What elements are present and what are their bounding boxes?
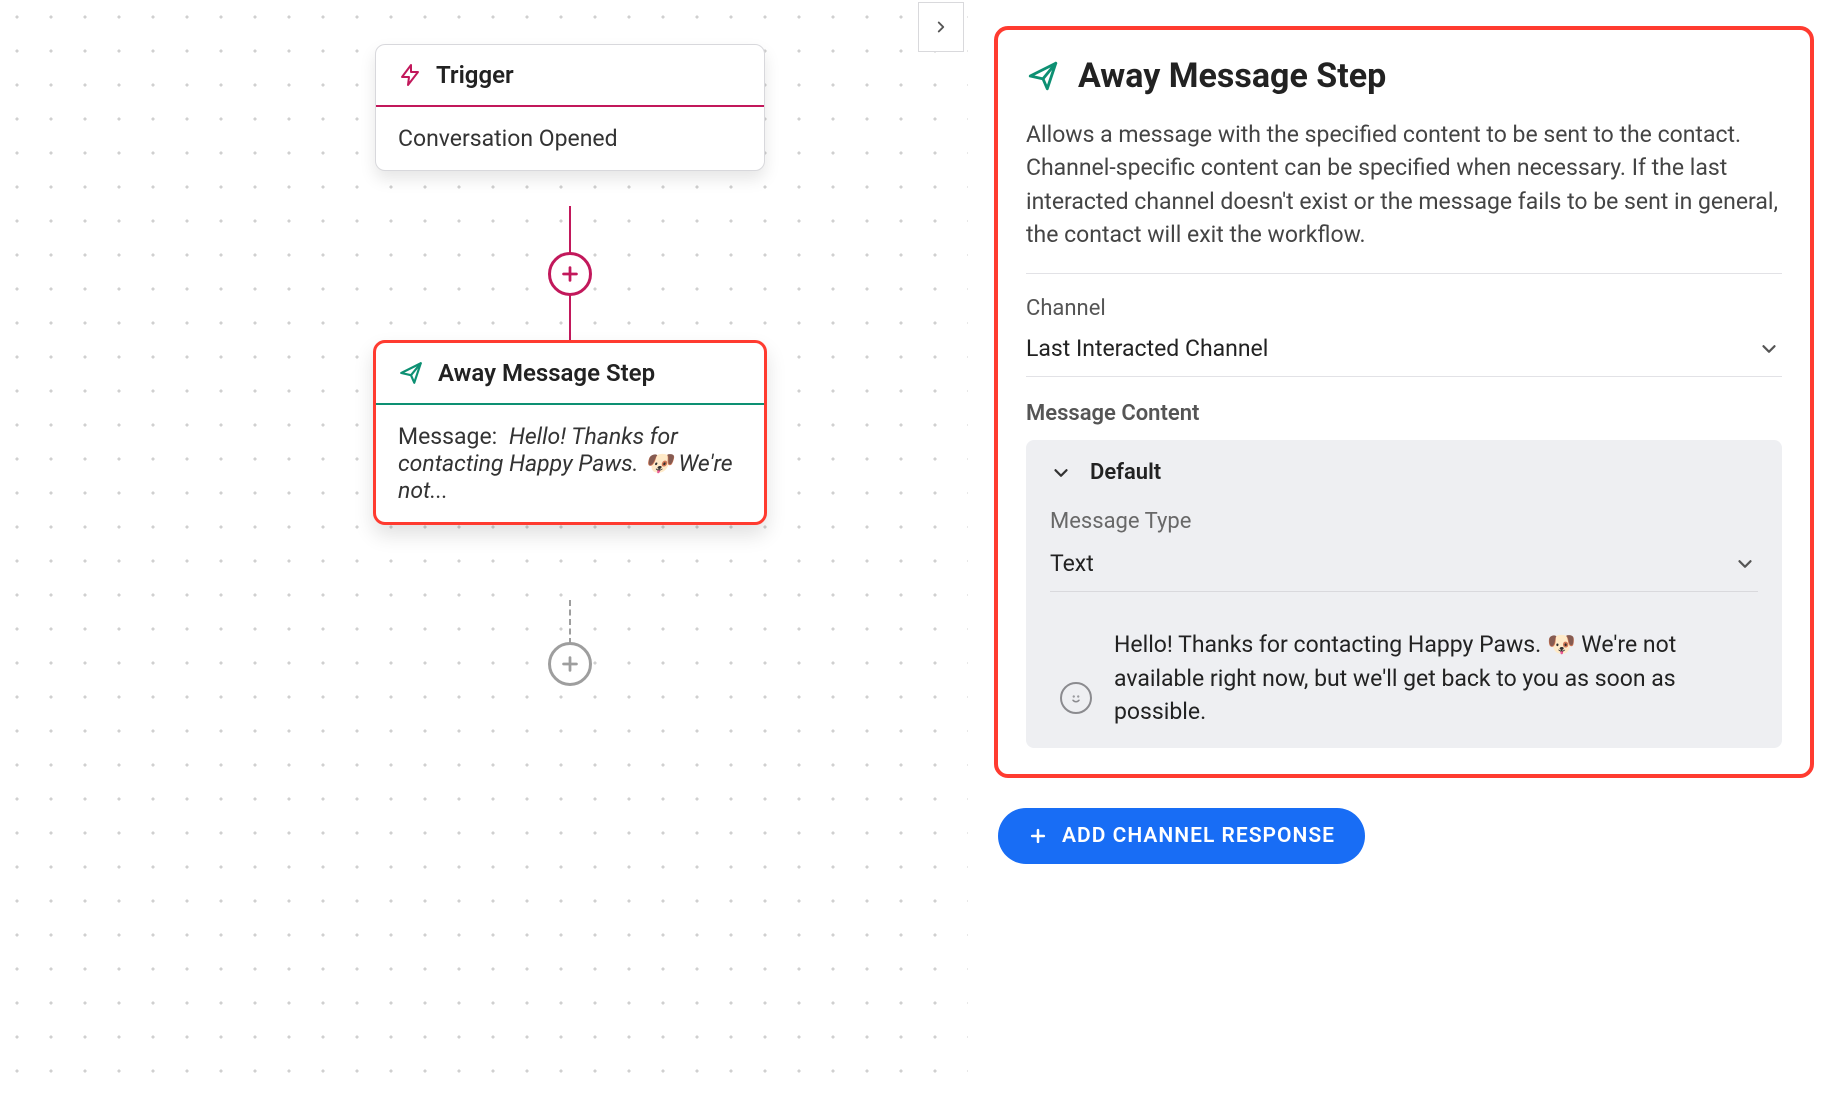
message-text-editor[interactable]: Hello! Thanks for contacting Happy Paws.… xyxy=(1114,628,1756,728)
step-node-header: Away Message Step xyxy=(376,343,764,405)
add-step-button-after[interactable] xyxy=(548,642,592,686)
channel-value: Last Interacted Channel xyxy=(1026,335,1268,362)
collapse-panel-button[interactable] xyxy=(918,2,964,52)
default-content-accordion: Default Message Type Text Hello! Thanks … xyxy=(1026,440,1782,748)
panel-description: Allows a message with the specified cont… xyxy=(1026,118,1782,274)
message-label: Message: xyxy=(398,423,497,450)
plus-icon xyxy=(1028,826,1048,846)
plus-icon xyxy=(559,263,581,285)
connector-line xyxy=(569,294,571,340)
chevron-down-icon xyxy=(1758,338,1780,360)
step-config-panel: Away Message Step Allows a message with … xyxy=(968,0,1842,1100)
away-message-step-node[interactable]: Away Message Step Message: Hello! Thanks… xyxy=(373,340,767,525)
trigger-body: Conversation Opened xyxy=(376,107,764,170)
trigger-node-header: Trigger xyxy=(376,45,764,107)
message-type-select[interactable]: Text xyxy=(1050,544,1758,592)
workflow-canvas[interactable]: Trigger Conversation Opened Away Message… xyxy=(0,0,968,1100)
connector-line xyxy=(569,206,571,254)
chevron-right-icon xyxy=(932,13,950,41)
message-type-label: Message Type xyxy=(1050,509,1758,534)
trigger-title: Trigger xyxy=(436,61,514,89)
accordion-title: Default xyxy=(1090,460,1161,485)
add-channel-response-button[interactable]: ADD CHANNEL RESPONSE xyxy=(998,808,1365,864)
message-type-value: Text xyxy=(1050,550,1094,577)
message-content-label: Message Content xyxy=(1026,401,1782,426)
emoji-icon xyxy=(1067,689,1085,707)
trigger-node[interactable]: Trigger Conversation Opened xyxy=(375,44,765,171)
emoji-picker-button[interactable] xyxy=(1060,682,1092,714)
connector-line-dashed xyxy=(569,600,571,644)
accordion-toggle[interactable]: Default xyxy=(1050,460,1758,485)
lightning-icon xyxy=(398,63,422,87)
chevron-down-icon xyxy=(1050,462,1072,484)
channel-label: Channel xyxy=(1026,296,1782,321)
panel-title-row: Away Message Step xyxy=(1026,56,1782,96)
channel-select[interactable]: Last Interacted Channel xyxy=(1026,329,1782,377)
step-title: Away Message Step xyxy=(438,359,655,387)
send-icon xyxy=(1026,59,1060,93)
plus-icon xyxy=(559,653,581,675)
panel-title: Away Message Step xyxy=(1078,56,1386,96)
app-root: Trigger Conversation Opened Away Message… xyxy=(0,0,1842,1100)
add-channel-response-label: ADD CHANNEL RESPONSE xyxy=(1062,824,1335,848)
chevron-down-icon xyxy=(1734,553,1756,575)
panel-card: Away Message Step Allows a message with … xyxy=(994,26,1814,778)
step-body: Message: Hello! Thanks for contacting Ha… xyxy=(376,405,764,522)
send-icon xyxy=(398,360,424,386)
add-step-button[interactable] xyxy=(548,252,592,296)
message-editor-row: Hello! Thanks for contacting Happy Paws.… xyxy=(1050,622,1758,728)
